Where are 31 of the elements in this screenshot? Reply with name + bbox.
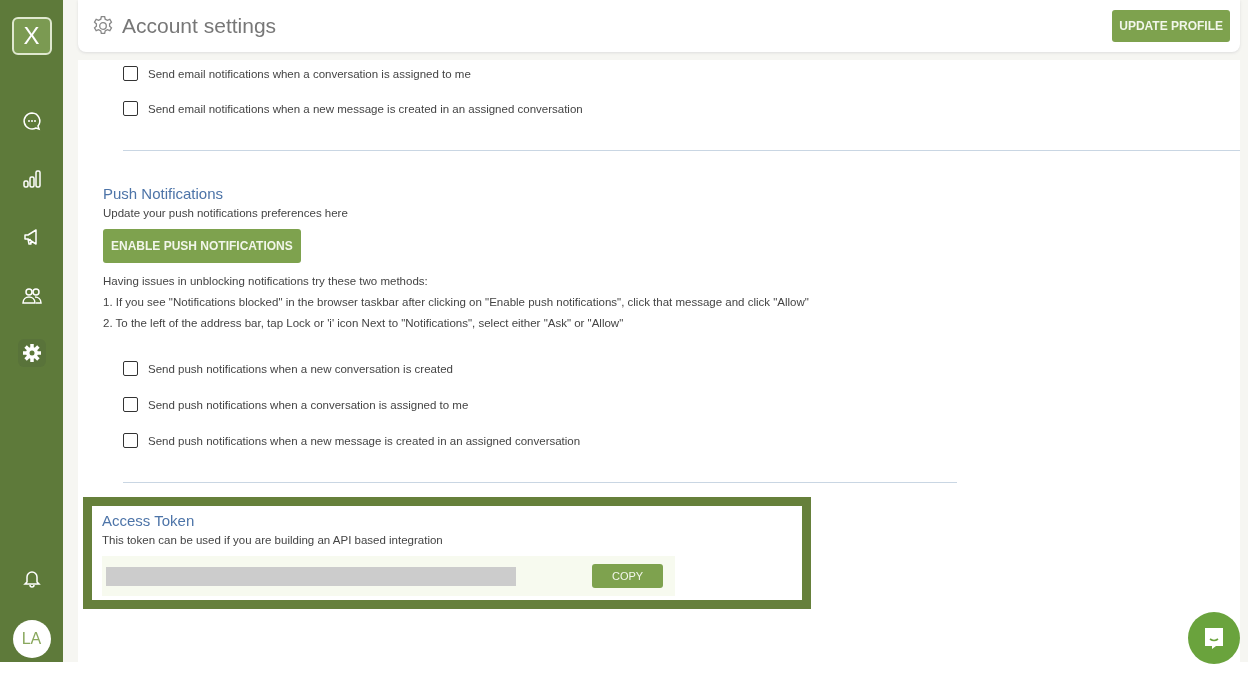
section-title: Access Token	[102, 512, 196, 529]
help-text: Having issues in unblocking notifications try these two methods:	[103, 275, 429, 287]
update-profile-button[interactable]: UPDATE PROFILE	[1112, 10, 1230, 42]
logo[interactable]: X	[11, 17, 52, 55]
settings-icon	[21, 343, 42, 363]
bar-chart-icon	[21, 169, 42, 189]
option-label: Send email notifications when a conversation is assigned to me	[148, 67, 471, 80]
enable-push-button[interactable]: ENABLE PUSH NOTIFICATIONS	[103, 229, 301, 263]
option-label: Send push notifications when a new message is created in an assigned conversation	[148, 434, 581, 447]
section-subtitle: This token can be used if you are building an API based integration	[102, 534, 444, 546]
help-step: 1. If you see "Notifications blocked" in the browser taskbar after clicking on "Enable push notifications", click that message and click "Allow"	[103, 296, 1240, 308]
settings-icon	[92, 15, 114, 37]
bell-icon[interactable]	[21, 568, 42, 588]
section-title: Push Notifications	[103, 185, 225, 202]
checkbox[interactable]	[123, 433, 138, 448]
option-label: Send email notifications when a new message is created in an assigned conversation	[148, 102, 583, 115]
checkbox[interactable]	[123, 66, 138, 81]
help-step: 2. To the left of the address bar, tap Lock or 'i' icon Next to "Notifications", select either "Ask" or "Allow"	[103, 317, 1240, 329]
token-field[interactable]	[106, 566, 516, 586]
checkbox[interactable]	[123, 101, 138, 116]
checkbox[interactable]	[123, 361, 138, 376]
checkbox[interactable]	[123, 397, 138, 412]
option-label: Send push notifications when a conversation is assigned to me	[148, 398, 469, 411]
chat-icon	[21, 111, 42, 131]
avatar[interactable]: LA	[12, 620, 51, 658]
people-icon	[21, 285, 42, 305]
copy-button[interactable]: COPY	[592, 564, 664, 588]
nav-item[interactable]	[17, 339, 46, 367]
option-label: Send push notifications when a new conversation is created	[148, 362, 453, 375]
page-title: Account settings	[122, 14, 278, 38]
section-subtitle: Update your push notifications preferences here	[103, 207, 349, 219]
